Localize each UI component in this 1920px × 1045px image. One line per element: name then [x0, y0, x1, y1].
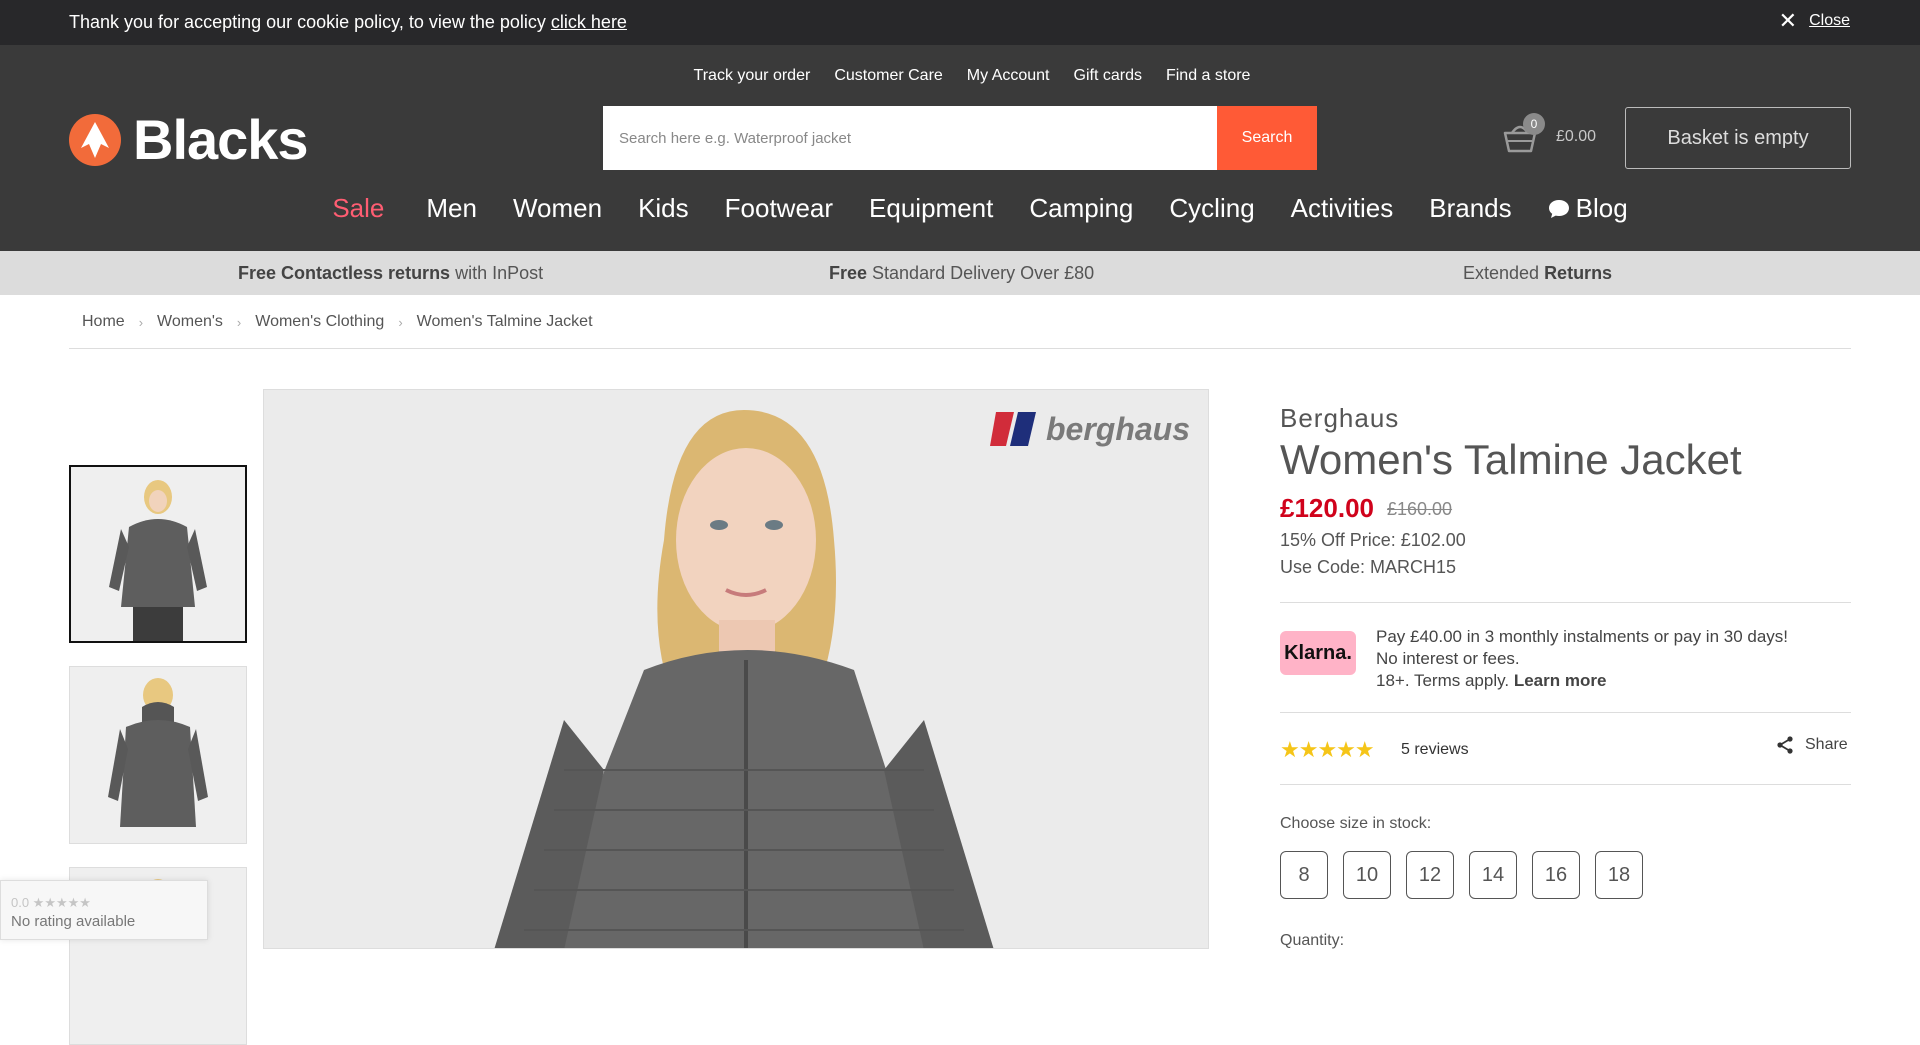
basket-button[interactable]: Basket is empty [1625, 107, 1851, 169]
speech-bubble-icon [1548, 199, 1569, 218]
cookie-close-button[interactable]: ✕ Close [1779, 10, 1850, 32]
util-link-track-order[interactable]: Track your order [694, 67, 811, 85]
nav-blog-label: Blog [1575, 193, 1628, 223]
nav-sale[interactable]: Sale [332, 193, 384, 224]
search-bar: Search [603, 106, 1317, 170]
promo-strip: Free Contactless returns with InPost Fre… [0, 251, 1920, 295]
blacks-logo-icon [69, 113, 121, 166]
share-label: Share [1805, 736, 1848, 753]
quantity-label: Quantity: [1280, 932, 1345, 949]
klarna-learn-more-link[interactable]: Learn more [1514, 671, 1607, 690]
nav-footwear[interactable]: Footwear [725, 193, 833, 224]
size-label: Choose size in stock: [1280, 815, 1432, 832]
search-button[interactable]: Search [1217, 106, 1317, 170]
promo-extended-text: Extended [1463, 263, 1545, 283]
nav-camping[interactable]: Camping [1029, 193, 1133, 224]
reviews-link[interactable]: 5 reviews [1401, 741, 1469, 759]
logo-text: Blacks [133, 108, 309, 171]
gallery-thumbnail-1[interactable] [69, 465, 247, 643]
search-input[interactable] [603, 106, 1217, 170]
promo-delivery[interactable]: Free Standard Delivery Over £80 [829, 263, 1094, 284]
klarna-message: Pay £40.00 in 3 monthly instalments or p… [1376, 626, 1788, 692]
nav-activities[interactable]: Activities [1291, 193, 1394, 224]
divider [1280, 712, 1851, 713]
divider [1280, 602, 1851, 603]
cookie-close-label[interactable]: Close [1809, 12, 1850, 30]
offer-price: 15% Off Price: £102.00 [1280, 530, 1466, 550]
cookie-policy-link[interactable]: click here [551, 12, 627, 32]
util-link-my-account[interactable]: My Account [967, 67, 1050, 85]
utility-nav: Track your order Customer Care My Accoun… [0, 67, 1920, 85]
cookie-message: Thank you for accepting our cookie polic… [69, 12, 627, 33]
basket-total: £0.00 [1556, 128, 1597, 145]
breadcrumb-separator-icon: › [236, 314, 242, 330]
nav-equipment[interactable]: Equipment [869, 193, 993, 224]
size-selector: 8 10 12 14 16 18 [1280, 851, 1643, 899]
size-option-10[interactable]: 10 [1343, 851, 1391, 899]
nav-men[interactable]: Men [426, 193, 477, 224]
promo-returns-bold: Free Contactless returns [238, 263, 451, 283]
product-was-price: £160.00 [1387, 499, 1453, 519]
main-nav: Sale Men Women Kids Footwear Equipment C… [0, 193, 1920, 224]
cookie-text: Thank you for accepting our cookie polic… [69, 12, 551, 32]
nav-blog[interactable]: Blog [1548, 193, 1628, 224]
product-title: Women's Talmine Jacket [1280, 436, 1742, 483]
klarna-line-3: 18+. Terms apply. [1376, 671, 1514, 690]
close-icon[interactable]: ✕ [1779, 10, 1797, 32]
promo-delivery-text: Standard Delivery Over £80 [867, 263, 1095, 283]
klarna-line-2: No interest or fees. [1376, 649, 1520, 668]
size-option-8[interactable]: 8 [1280, 851, 1328, 899]
gallery-thumbnail-2[interactable] [69, 666, 247, 844]
nav-kids[interactable]: Kids [638, 193, 689, 224]
breadcrumb: Home › Women's › Women's Clothing › Wome… [82, 313, 593, 331]
cookie-bar: Thank you for accepting our cookie polic… [0, 0, 1920, 45]
product-price: £120.00 [1280, 493, 1374, 523]
berghaus-logo-text: berghaus [1045, 410, 1190, 447]
basket-count-badge: 0 [1523, 113, 1545, 135]
breadcrumb-separator-icon: › [138, 314, 144, 330]
breadcrumb-womens-clothing[interactable]: Women's Clothing [255, 313, 384, 331]
size-option-18[interactable]: 18 [1595, 851, 1643, 899]
klarna-line-1: Pay £40.00 in 3 monthly instalments or p… [1376, 627, 1789, 646]
klarna-logo: Klarna. [1280, 631, 1356, 675]
share-icon [1777, 736, 1793, 754]
util-link-gift-cards[interactable]: Gift cards [1074, 67, 1142, 85]
berghaus-logo-icon [989, 412, 1036, 446]
promo-extended-returns[interactable]: Extended Returns [1463, 263, 1612, 284]
util-link-find-store[interactable]: Find a store [1166, 67, 1250, 85]
jacket-front-image [71, 467, 245, 641]
site-logo[interactable]: Blacks [69, 107, 309, 172]
util-link-customer-care[interactable]: Customer Care [834, 67, 942, 85]
breadcrumb-womens[interactable]: Women's [157, 313, 223, 331]
size-option-12[interactable]: 12 [1406, 851, 1454, 899]
divider [1280, 784, 1851, 785]
size-option-16[interactable]: 16 [1532, 851, 1580, 899]
share-button[interactable]: Share [1775, 735, 1848, 755]
breadcrumb-home[interactable]: Home [82, 313, 125, 331]
jacket-model-image [264, 390, 1208, 948]
product-brand[interactable]: Berghaus [1280, 403, 1399, 434]
promo-code: Use Code: MARCH15 [1280, 557, 1457, 577]
berghaus-brand-logo: berghaus [988, 410, 1190, 448]
promo-returns[interactable]: Free Contactless returns with InPost [238, 263, 543, 284]
breadcrumb-separator-icon: › [398, 314, 403, 330]
site-header: Track your order Customer Care My Accoun… [0, 45, 1920, 251]
nav-cycling[interactable]: Cycling [1169, 193, 1254, 224]
nav-brands[interactable]: Brands [1429, 193, 1511, 224]
review-stars[interactable]: ★★★★★ [1280, 737, 1375, 763]
size-option-14[interactable]: 14 [1469, 851, 1517, 899]
promo-returns-text: with InPost [450, 263, 544, 283]
rating-badge[interactable]: 0.0 ★★★★★ No rating available [0, 880, 208, 940]
main-product-image[interactable]: berghaus [263, 389, 1209, 949]
breadcrumb-current: Women's Talmine Jacket [416, 313, 593, 330]
promo-delivery-bold: Free [829, 263, 868, 283]
promo-extended-bold: Returns [1544, 263, 1613, 283]
jacket-back-image [70, 667, 246, 843]
nav-women[interactable]: Women [513, 193, 602, 224]
rating-badge-stars: 0.0 ★★★★★ [11, 895, 91, 910]
breadcrumb-divider [69, 348, 1851, 349]
rating-badge-text: No rating available [11, 913, 136, 930]
